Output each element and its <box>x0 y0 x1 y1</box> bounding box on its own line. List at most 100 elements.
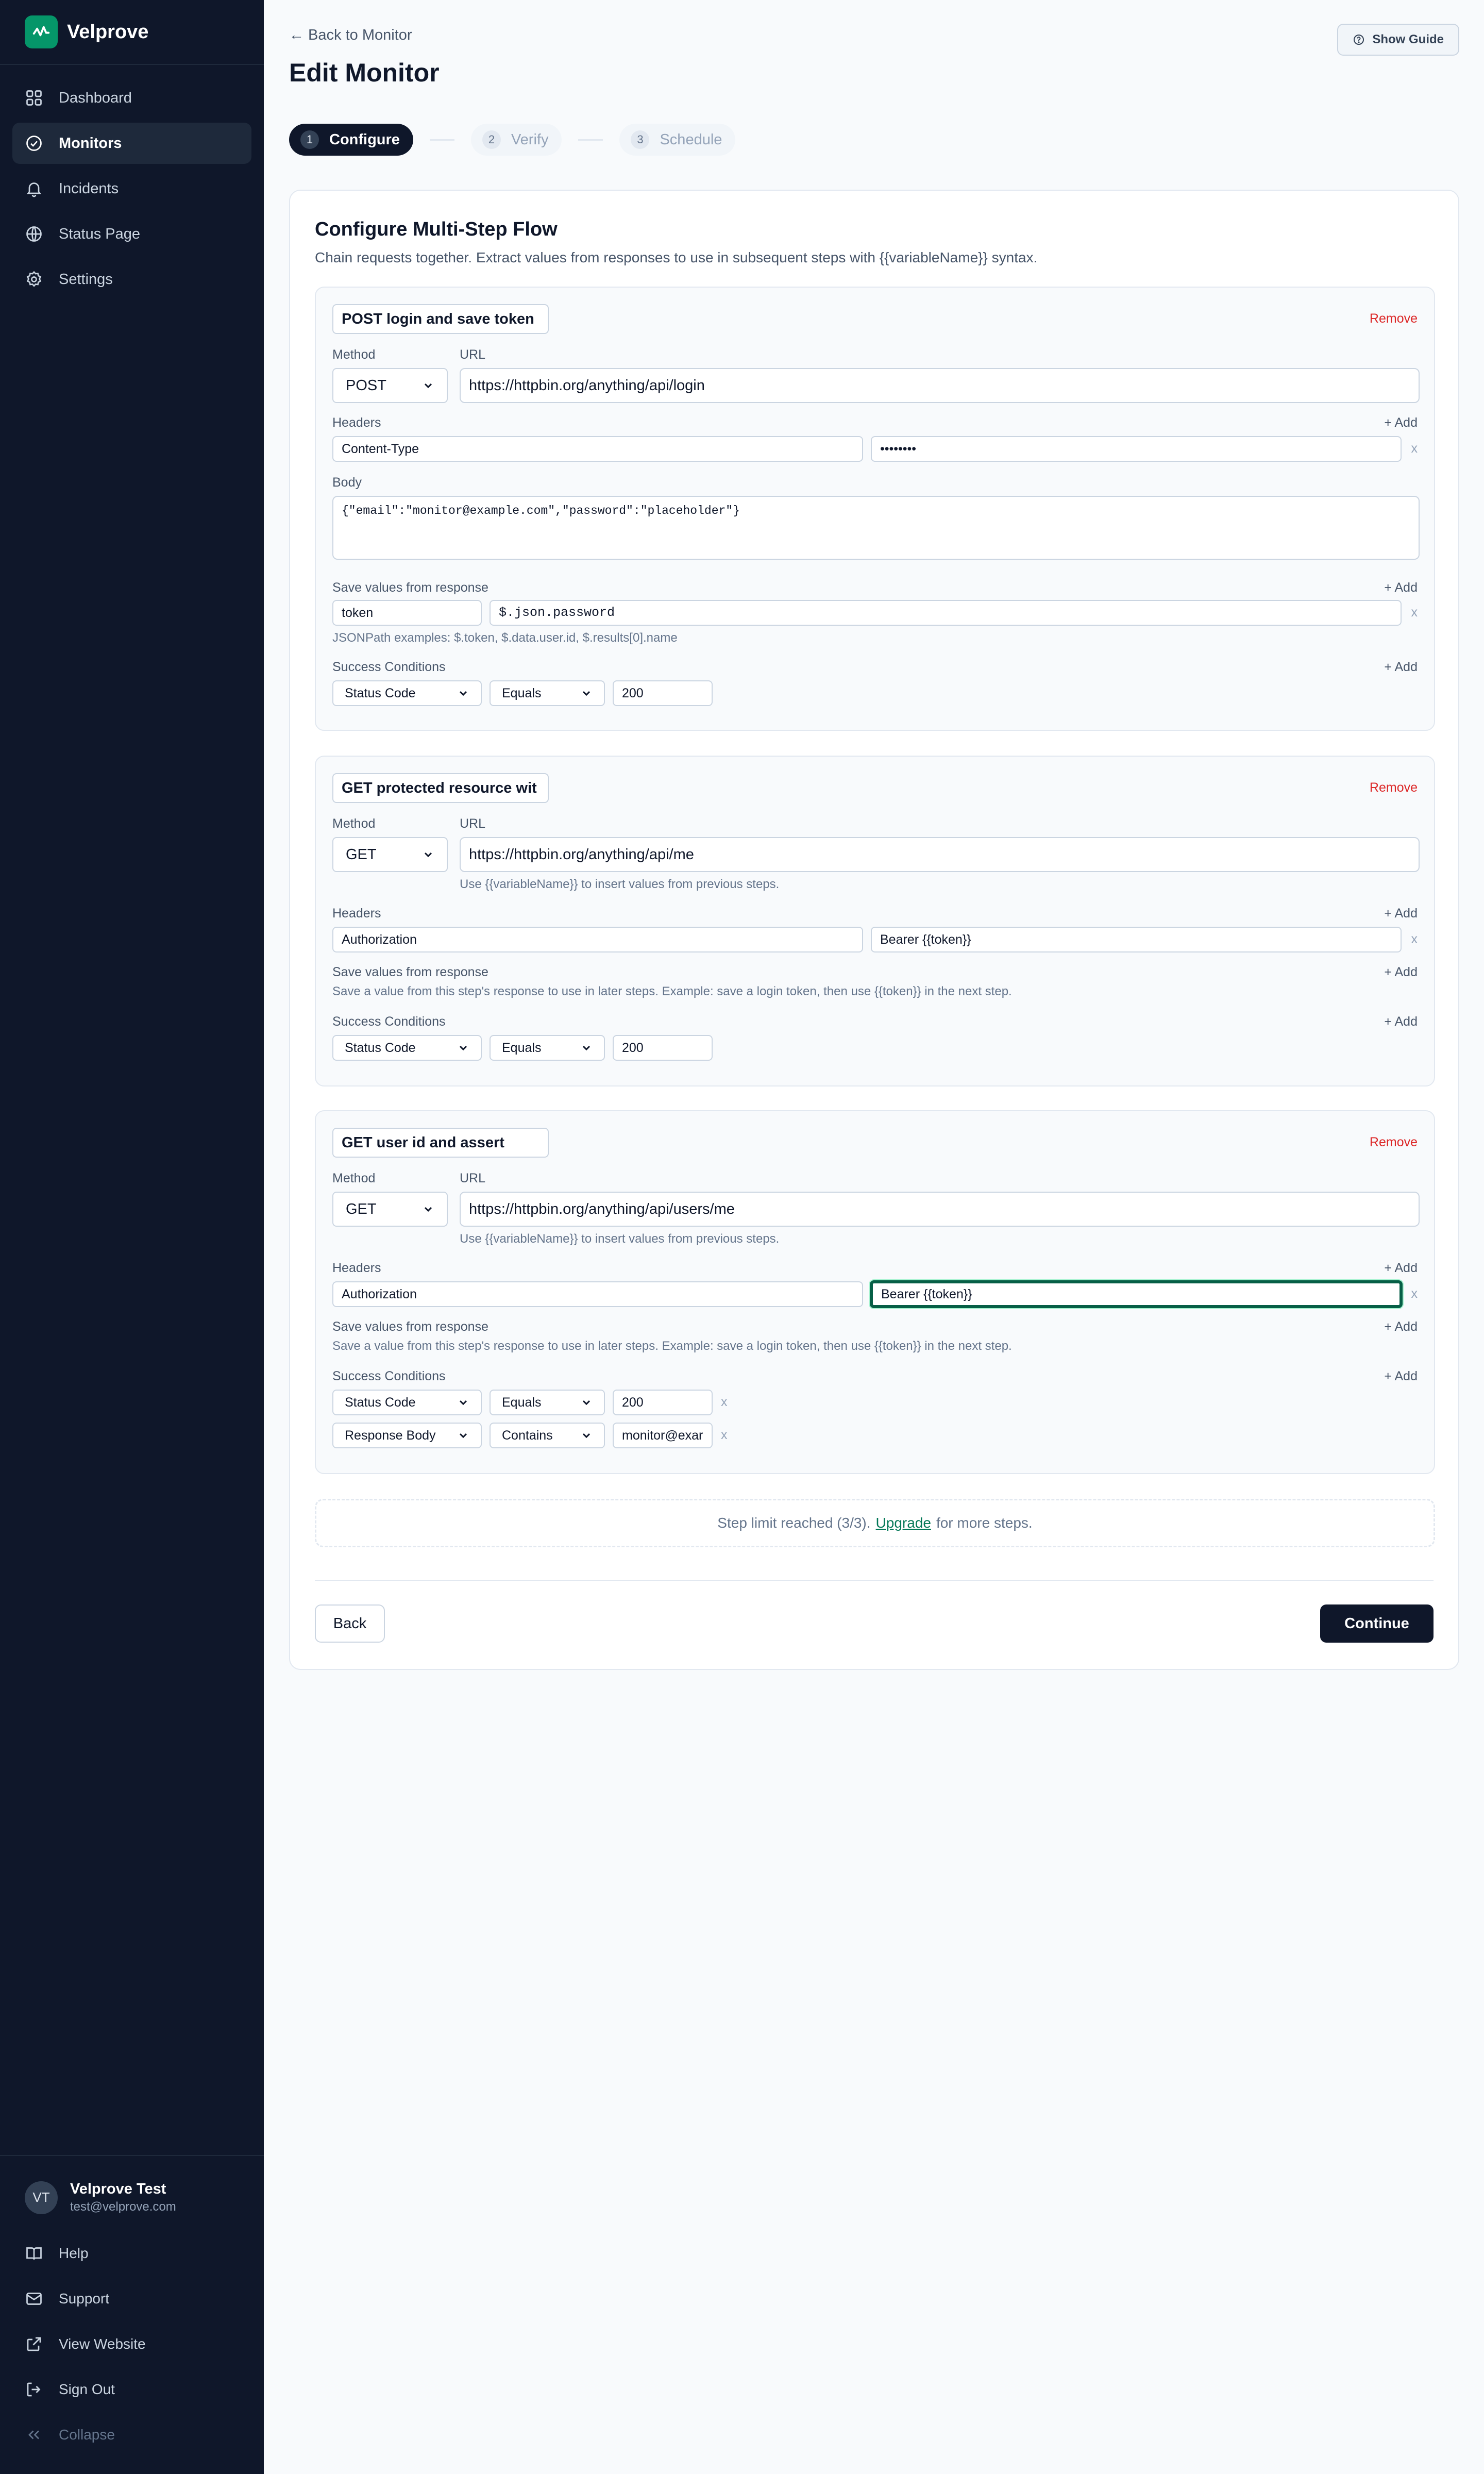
support-link[interactable]: Support <box>12 2278 251 2319</box>
add-header-button[interactable]: + Add <box>1384 906 1418 921</box>
header-key-input[interactable]: Content-Type <box>332 436 863 462</box>
sign-out-link[interactable]: Sign Out <box>12 2369 251 2410</box>
nav-item-monitors[interactable]: Monitors <box>12 123 251 164</box>
upgrade-link[interactable]: Upgrade <box>876 1515 931 1531</box>
user-name: Velprove Test <box>70 2181 166 2197</box>
step-name-input[interactable]: POST login and save token <box>332 304 549 334</box>
chevron-down-icon <box>424 852 432 858</box>
add-condition-button[interactable]: + Add <box>1384 1369 1418 1384</box>
condition-value-input[interactable]: 200 <box>613 1390 713 1415</box>
gear-icon <box>26 271 42 287</box>
add-header-button[interactable]: + Add <box>1384 415 1418 430</box>
collapse-button[interactable]: Collapse <box>12 2414 251 2455</box>
success-conditions-label: Success Conditions <box>332 660 446 674</box>
header-value-input[interactable]: •••••••• <box>871 436 1402 462</box>
wizard-step-verify[interactable]: 2 Verify <box>470 124 562 156</box>
back-button[interactable]: Back <box>315 1604 385 1643</box>
condition-type-value: Status Code <box>345 1040 416 1055</box>
add-save-value-button[interactable]: + Add <box>1384 965 1418 980</box>
condition-type-select[interactable]: Status Code <box>332 1390 482 1415</box>
add-save-value-button[interactable]: + Add <box>1384 1319 1418 1334</box>
condition-type-select[interactable]: Response Body <box>332 1423 482 1448</box>
globe-icon <box>26 226 42 242</box>
condition-value-input[interactable]: 200 <box>613 680 713 706</box>
header-value-input[interactable]: Bearer {{token}} <box>871 927 1402 952</box>
wizard-step-schedule[interactable]: 3 Schedule <box>619 124 736 156</box>
request-step-2: GET protected resource wit Remove Method… <box>315 756 1435 1086</box>
remove-step-button[interactable]: Remove <box>1370 1135 1418 1150</box>
condition-operator-select[interactable]: Equals <box>490 1035 605 1061</box>
chevron-down-icon <box>582 691 591 696</box>
url-input[interactable]: https://httpbin.org/anything/api/login <box>460 368 1420 403</box>
back-to-monitor-link[interactable]: ← Back to Monitor <box>289 27 412 44</box>
nav-label: Incidents <box>59 180 119 197</box>
remove-save-value-button[interactable]: x <box>1411 605 1418 620</box>
logo-pulse-icon <box>25 15 58 48</box>
nav-item-status-page[interactable]: Status Page <box>12 213 251 255</box>
add-condition-button[interactable]: + Add <box>1384 660 1418 675</box>
save-jsonpath-input[interactable]: $.json.password <box>490 600 1402 626</box>
step-number: 2 <box>482 130 501 149</box>
method-select[interactable]: POST <box>332 368 448 403</box>
chevron-down-icon <box>459 1433 467 1439</box>
method-value: GET <box>346 1200 377 1217</box>
jsonpath-hint: JSONPath examples: $.token, $.data.user.… <box>332 631 678 645</box>
nav-item-settings[interactable]: Settings <box>12 259 251 300</box>
request-step-1: POST login and save token Remove Method … <box>315 287 1435 731</box>
header-key-input[interactable]: Authorization <box>332 927 863 952</box>
method-select[interactable]: GET <box>332 1192 448 1227</box>
step-label: Schedule <box>660 131 722 148</box>
add-condition-button[interactable]: + Add <box>1384 1014 1418 1029</box>
user-profile[interactable]: VT Velprove Test test@velprove.com <box>12 2168 251 2227</box>
step-name-input[interactable]: GET user id and assert matc <box>332 1128 549 1158</box>
remove-header-button[interactable]: x <box>1411 1286 1418 1301</box>
method-select[interactable]: GET <box>332 837 448 872</box>
step-name-input[interactable]: GET protected resource wit <box>332 773 549 803</box>
remove-condition-button[interactable]: x <box>721 1428 728 1443</box>
body-textarea[interactable]: {"email":"monitor@example.com","password… <box>332 496 1420 560</box>
help-label: Help <box>59 2245 89 2261</box>
url-input[interactable]: https://httpbin.org/anything/api/users/m… <box>460 1192 1420 1227</box>
header-value-input[interactable]: Bearer {{token}} <box>870 1280 1403 1308</box>
condition-operator-select[interactable]: Contains <box>490 1423 605 1448</box>
view-website-link[interactable]: View Website <box>12 2323 251 2365</box>
add-save-value-button[interactable]: + Add <box>1384 580 1418 595</box>
condition-value-input[interactable]: monitor@exar <box>613 1423 713 1448</box>
condition-type-value: Response Body <box>345 1428 436 1443</box>
sign-out-icon <box>27 2382 41 2397</box>
condition-type-select[interactable]: Status Code <box>332 1035 482 1061</box>
sign-out-label: Sign Out <box>59 2381 115 2397</box>
remove-step-button[interactable]: Remove <box>1370 311 1418 326</box>
remove-step-button[interactable]: Remove <box>1370 780 1418 795</box>
condition-value-input[interactable]: 200 <box>613 1035 713 1061</box>
save-values-hint: Save a value from this step's response t… <box>332 1339 1012 1353</box>
collapse-label: Collapse <box>59 2427 115 2443</box>
method-label: Method <box>332 1171 376 1185</box>
step-label: Verify <box>511 131 549 148</box>
remove-header-button[interactable]: x <box>1411 441 1418 456</box>
condition-type-select[interactable]: Status Code <box>332 680 482 706</box>
help-link[interactable]: Help <box>12 2233 251 2274</box>
method-value: GET <box>346 846 377 863</box>
wizard-step-configure[interactable]: 1 Configure <box>289 124 413 156</box>
continue-button[interactable]: Continue <box>1320 1604 1434 1643</box>
save-values-label: Save values from response <box>332 580 488 595</box>
condition-operator-select[interactable]: Equals <box>490 680 605 706</box>
nav-item-incidents[interactable]: Incidents <box>12 168 251 209</box>
show-guide-button[interactable]: Show Guide <box>1337 24 1459 56</box>
url-variable-hint: Use {{variableName}} to insert values fr… <box>460 1232 780 1246</box>
nav-label: Dashboard <box>59 89 132 106</box>
condition-operator-select[interactable]: Equals <box>490 1390 605 1415</box>
save-variable-input[interactable]: token <box>332 600 482 626</box>
nav-item-dashboard[interactable]: Dashboard <box>12 77 251 119</box>
add-header-button[interactable]: + Add <box>1384 1261 1418 1276</box>
header-key-input[interactable]: Authorization <box>332 1281 863 1307</box>
remove-header-button[interactable]: x <box>1411 932 1418 947</box>
save-values-label: Save values from response <box>332 965 488 979</box>
condition-operator-value: Contains <box>502 1428 553 1443</box>
nav-label: Status Page <box>59 225 140 242</box>
url-input[interactable]: https://httpbin.org/anything/api/me <box>460 837 1420 872</box>
remove-condition-button[interactable]: x <box>721 1395 728 1410</box>
step-limit-suffix: for more steps. <box>936 1515 1033 1531</box>
brand[interactable]: Velprove <box>0 0 264 65</box>
